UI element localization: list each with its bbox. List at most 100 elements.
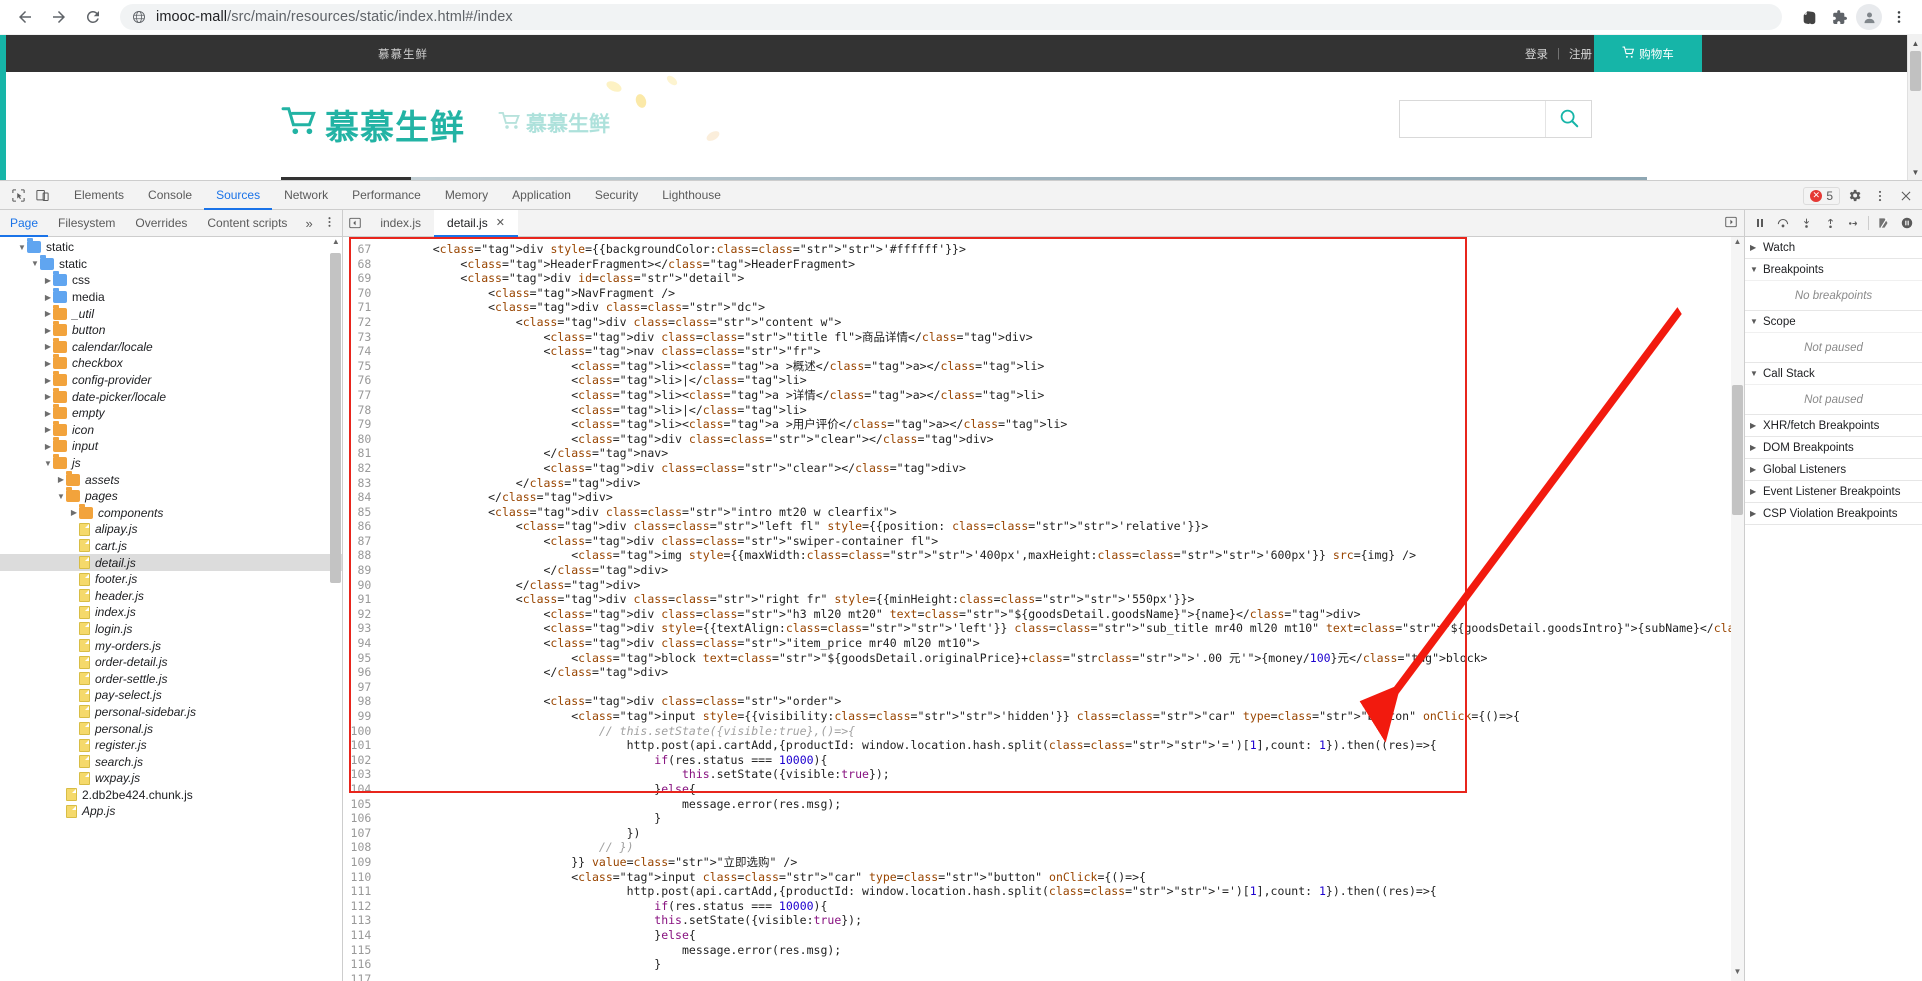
- line-number[interactable]: 88: [343, 548, 371, 563]
- show-navigator-icon[interactable]: [343, 210, 367, 237]
- tree-item-empty[interactable]: ▶ empty: [0, 404, 342, 422]
- editor-tab-detail-js[interactable]: detail.js ✕: [434, 209, 518, 237]
- line-number[interactable]: 103: [343, 767, 372, 782]
- line-number[interactable]: 115: [343, 943, 372, 958]
- login-link[interactable]: 登录: [1525, 46, 1548, 62]
- twisty-right-icon[interactable]: ▶: [43, 425, 53, 434]
- site-logo[interactable]: 慕慕生鲜: [281, 100, 465, 149]
- line-number[interactable]: 110: [343, 870, 372, 885]
- line-number[interactable]: 72: [343, 315, 371, 330]
- show-debugger-icon[interactable]: [1724, 215, 1738, 232]
- nav-tab-content-scripts[interactable]: Content scripts: [197, 210, 297, 237]
- tree-item-date-picker-locale[interactable]: ▶ date-picker/locale: [0, 387, 342, 405]
- code-line[interactable]: // this.setState({visible:true},()=>{: [377, 724, 1744, 739]
- editor-scroll-up-arrow[interactable]: ▲: [1731, 237, 1744, 251]
- tree-item-calendar-locale[interactable]: ▶ calendar/locale: [0, 337, 342, 356]
- line-number[interactable]: 95: [343, 651, 371, 666]
- twisty-down-icon[interactable]: ▼: [56, 492, 66, 501]
- tree-item-components[interactable]: ▶ components: [0, 503, 342, 522]
- page-scrollbar[interactable]: ▲ ▼: [1907, 35, 1922, 180]
- code-line[interactable]: }): [377, 826, 1744, 841]
- nav-tab-overrides[interactable]: Overrides: [125, 210, 197, 237]
- line-number[interactable]: 117: [343, 972, 372, 981]
- code-line[interactable]: <class="tag">div class=class="str">"dc">: [377, 300, 1744, 315]
- code-line[interactable]: <class="tag">div style={{backgroundColor…: [377, 242, 1744, 257]
- tab-lighthouse[interactable]: Lighthouse: [650, 181, 733, 210]
- line-number[interactable]: 73: [343, 330, 371, 345]
- code-line[interactable]: <class="tag">div class=class="str">"left…: [377, 519, 1744, 534]
- section-header[interactable]: ▶ CSP Violation Breakpoints: [1745, 503, 1922, 524]
- code-line[interactable]: this.setState({visible:true});: [377, 767, 1744, 782]
- tree-item-css[interactable]: ▶ css: [0, 271, 342, 289]
- line-number[interactable]: 86: [343, 519, 371, 534]
- deactivate-breakpoints-icon[interactable]: [1875, 214, 1893, 232]
- code-line[interactable]: }else{: [377, 928, 1744, 943]
- editor-scrollbar[interactable]: ▲ ▼: [1731, 237, 1744, 981]
- line-number[interactable]: 116: [343, 957, 372, 972]
- line-number[interactable]: 80: [343, 432, 371, 447]
- line-number[interactable]: 99: [343, 709, 371, 724]
- twisty-right-icon[interactable]: ▶: [43, 293, 53, 302]
- line-number[interactable]: 69: [343, 271, 371, 286]
- close-tab-icon[interactable]: ✕: [496, 210, 505, 237]
- tree-item-pages[interactable]: ▼ pages: [0, 487, 342, 505]
- line-number[interactable]: 91: [343, 592, 371, 607]
- code-line[interactable]: <class="tag">div class=class="str">"titl…: [377, 330, 1744, 345]
- tab-console[interactable]: Console: [136, 181, 204, 210]
- tree-item-detail-js[interactable]: ▶detail.js: [0, 554, 343, 571]
- kebab-menu-icon[interactable]: [1868, 184, 1892, 208]
- code-editor[interactable]: 67 68 69 70 71 72 73 74 75 76 77 78 79 80 81 82 83 84 85 86…: [343, 237, 1744, 981]
- tab-sources[interactable]: Sources: [204, 181, 272, 210]
- line-number[interactable]: 83: [343, 476, 371, 491]
- puzzle-extensions-icon[interactable]: [1826, 4, 1852, 30]
- line-number[interactable]: 74: [343, 344, 371, 359]
- back-arrow-icon[interactable]: [10, 2, 40, 32]
- nav-tab-filesystem[interactable]: Filesystem: [48, 210, 125, 237]
- address-bar[interactable]: imooc-mall/src/main/resources/static/ind…: [120, 4, 1782, 30]
- search-input[interactable]: [1400, 101, 1545, 137]
- tree-item-index-js[interactable]: ▶index.js: [0, 604, 342, 621]
- twisty-right-icon[interactable]: ▶: [43, 409, 53, 418]
- code-line[interactable]: </class="tag">div>: [377, 490, 1744, 505]
- tree-item--util[interactable]: ▶ _util: [0, 304, 342, 322]
- step-into-icon[interactable]: [1798, 214, 1816, 232]
- code-line[interactable]: <class="tag">div class=class="str">"intr…: [377, 505, 1744, 520]
- code-line[interactable]: </class="tag">div>: [377, 476, 1744, 491]
- line-number[interactable]: 94: [343, 636, 371, 651]
- tab-security[interactable]: Security: [583, 181, 650, 210]
- code-line[interactable]: <class="tag">div class=class="str">"clea…: [377, 432, 1744, 447]
- line-number[interactable]: 93: [343, 621, 371, 636]
- section-header[interactable]: ▶ DOM Breakpoints: [1745, 437, 1922, 458]
- code-line[interactable]: <class="tag">nav class=class="str">"fr">: [377, 344, 1744, 359]
- tree-item-search-js[interactable]: ▶search.js: [0, 753, 342, 770]
- line-number[interactable]: 100: [343, 724, 372, 739]
- line-number[interactable]: 84: [343, 490, 371, 505]
- line-number[interactable]: 79: [343, 417, 371, 432]
- twisty-down-icon[interactable]: ▼: [43, 459, 53, 468]
- section-header[interactable]: ▶ Event Listener Breakpoints: [1745, 481, 1922, 502]
- cart-button[interactable]: 购物车: [1594, 35, 1702, 72]
- tree-item-order-detail-js[interactable]: ▶order-detail.js: [0, 654, 342, 671]
- code-line[interactable]: <class="tag">input style={{visibility:cl…: [377, 709, 1744, 724]
- code-line[interactable]: <class="tag">HeaderFragment></class="tag…: [377, 257, 1744, 272]
- tree-item-static[interactable]: ▼ static: [0, 254, 342, 273]
- tree-item-personal-sidebar-js[interactable]: ▶personal-sidebar.js: [0, 704, 342, 721]
- code-line[interactable]: }else{: [377, 782, 1744, 797]
- reload-icon[interactable]: [78, 2, 108, 32]
- line-number[interactable]: 107: [343, 826, 372, 841]
- tree-scroll-up-arrow[interactable]: ▲: [329, 237, 342, 251]
- code-line[interactable]: <class="tag">li><class="tag">a >概述</clas…: [377, 359, 1744, 374]
- tree-scrollbar-thumb[interactable]: [330, 253, 342, 583]
- tab-network[interactable]: Network: [272, 181, 340, 210]
- tree-item-checkbox[interactable]: ▶ checkbox: [0, 354, 342, 372]
- scroll-down-arrow[interactable]: ▼: [1908, 164, 1922, 180]
- tree-item-input[interactable]: ▶ input: [0, 437, 342, 455]
- code-line[interactable]: <class="tag">li><class="tag">a >详情</clas…: [377, 388, 1744, 403]
- inspect-element-icon[interactable]: [6, 183, 30, 207]
- section-header[interactable]: ▼ Call Stack: [1745, 363, 1922, 384]
- tree-item-js[interactable]: ▼ js: [0, 454, 342, 472]
- code-line[interactable]: }: [377, 957, 1744, 972]
- editor-tab-index-js[interactable]: index.js: [367, 210, 434, 237]
- tree-item-cart-js[interactable]: ▶cart.js: [0, 538, 342, 555]
- profile-avatar-icon[interactable]: [1856, 4, 1882, 30]
